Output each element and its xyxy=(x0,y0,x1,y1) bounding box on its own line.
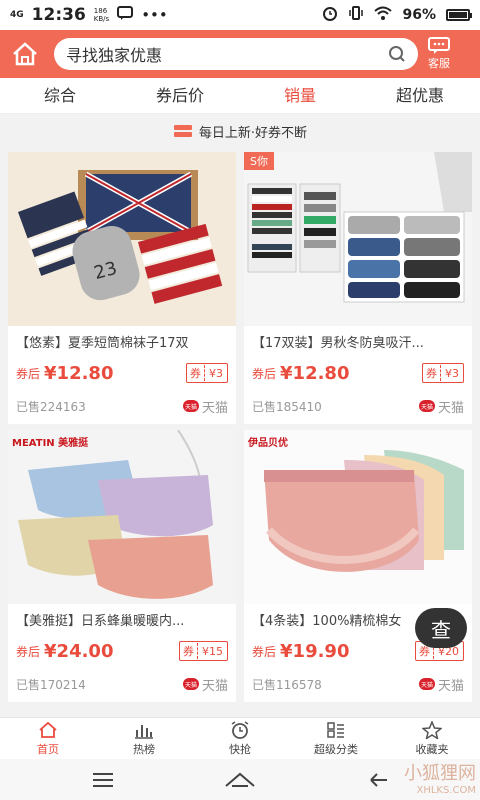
search-icon xyxy=(389,46,405,62)
store-tag: 天猫 天猫 xyxy=(418,675,464,694)
nav-label: 快抢 xyxy=(229,742,251,756)
chat-icon xyxy=(428,37,450,54)
product-image: MEATIN 美雅挺 xyxy=(8,430,236,604)
sold-count: 已售170214 xyxy=(16,677,86,692)
product-card[interactable]: 伊品贝优 【4条装】100%精梳棉女 券后 ¥19.90 券 ¥20 已售116… xyxy=(244,430,472,702)
product-title: 【美雅挺】日系蜂巢暖暖内... xyxy=(16,614,185,629)
product-image: 23 xyxy=(8,152,236,326)
home-gesture-icon[interactable] xyxy=(224,771,256,789)
nav-categories[interactable]: 超级分类 xyxy=(288,718,384,759)
product-price: ¥24.00 xyxy=(44,640,114,662)
customer-service-button[interactable]: 客服 xyxy=(428,37,450,71)
nav-hot-list[interactable]: 热榜 xyxy=(96,718,192,759)
nav-label: 首页 xyxy=(37,742,59,756)
nav-home[interactable]: 首页 xyxy=(0,718,96,759)
status-bar: 4G 12:36 186 KB/s ••• 96% xyxy=(0,0,480,30)
sold-count: 已售224163 xyxy=(16,399,86,414)
nav-favorites[interactable]: 收藏夹 xyxy=(384,718,480,759)
tab-sales[interactable]: 销量 xyxy=(240,78,360,113)
tmall-icon: 天猫 xyxy=(182,678,199,690)
alarm-clock-icon xyxy=(231,720,249,739)
price-prefix: 券后 xyxy=(252,644,277,659)
store-tag: 天猫 天猫 xyxy=(182,397,228,416)
tab-comprehensive[interactable]: 综合 xyxy=(0,78,120,113)
product-image: S你 xyxy=(244,152,472,326)
home-icon xyxy=(13,42,37,66)
star-icon xyxy=(422,720,442,739)
tmall-icon: 天猫 xyxy=(418,678,435,690)
service-label: 客服 xyxy=(428,57,450,70)
alarm-icon xyxy=(322,5,338,25)
coupon-badge: 券 ¥3 xyxy=(186,363,228,383)
battery-icon xyxy=(446,9,472,21)
network-indicator: 4G xyxy=(10,9,24,20)
notice-text: 每日上新·好券不断 xyxy=(198,125,308,141)
watermark: 小狐狸网 XHLKS.COM xyxy=(404,763,476,796)
coupon-label: 券 xyxy=(180,643,198,659)
brand-logo: MEATIN 美雅挺 xyxy=(12,438,89,449)
product-title: 【悠素】夏季短筒棉袜子17双 xyxy=(16,336,189,351)
nav-label: 热榜 xyxy=(133,742,155,756)
price-prefix: 券后 xyxy=(252,366,277,381)
coupon-label: 券 xyxy=(423,365,441,381)
nav-label: 超级分类 xyxy=(314,742,358,756)
nav-flash-sale[interactable]: 快抢 xyxy=(192,718,288,759)
more-dots-icon: ••• xyxy=(141,6,168,24)
app-header: 寻找独家优惠 客服 xyxy=(0,30,480,78)
product-image: 伊品贝优 xyxy=(244,430,472,604)
tab-coupon-price[interactable]: 券后价 xyxy=(120,78,240,113)
nav-label: 收藏夹 xyxy=(415,742,449,756)
wifi-icon xyxy=(374,6,393,24)
product-price: ¥12.80 xyxy=(280,362,350,384)
clock: 12:36 xyxy=(31,5,86,25)
price-prefix: 券后 xyxy=(16,644,41,659)
store-name: 天猫 xyxy=(437,678,464,694)
store-tag: 天猫 天猫 xyxy=(418,397,464,416)
sold-count: 已售185410 xyxy=(252,399,322,414)
store-tag: 天猫 天猫 xyxy=(182,675,228,694)
net-speed: 186 KB/s xyxy=(93,7,110,23)
home-icon xyxy=(39,721,57,738)
promo-badge: S你 xyxy=(244,152,274,170)
home-button[interactable] xyxy=(8,37,42,71)
bottom-nav: 首页 热榜 快抢 超级分类 收藏夹 xyxy=(0,717,480,759)
store-name: 天猫 xyxy=(437,400,464,416)
bar-chart-icon xyxy=(135,724,153,739)
vibrate-icon xyxy=(348,5,364,25)
quick-search-button[interactable]: 查 xyxy=(415,608,467,648)
coupon-badge: 券 ¥3 xyxy=(422,363,464,383)
back-icon[interactable] xyxy=(366,771,388,789)
product-card[interactable]: MEATIN 美雅挺 【美雅挺】日系蜂巢暖暖内... 券后 ¥24.00 券 ¥… xyxy=(8,430,236,702)
coupon-label: 券 xyxy=(187,365,205,381)
coupon-badge: 券 ¥15 xyxy=(179,641,228,661)
coupon-value: ¥15 xyxy=(202,644,223,658)
tab-super-deals[interactable]: 超优惠 xyxy=(360,78,480,113)
product-card[interactable]: S你 【17双装】男秋冬防臭吸汗... 券后 ¥12.80 券 ¥3 已售185… xyxy=(244,152,472,424)
category-icon xyxy=(327,721,344,738)
price-prefix: 券后 xyxy=(16,366,41,381)
product-price: ¥12.80 xyxy=(44,362,114,384)
product-price: ¥19.90 xyxy=(280,640,350,662)
sold-count: 已售116578 xyxy=(252,677,322,692)
product-title: 【17双装】男秋冬防臭吸汗... xyxy=(252,336,424,351)
daily-notice: 每日上新·好券不断 xyxy=(0,116,480,146)
battery-percent: 96% xyxy=(402,7,436,23)
search-placeholder: 寻找独家优惠 xyxy=(66,46,163,65)
coupon-value: ¥3 xyxy=(445,366,459,380)
message-icon xyxy=(117,6,134,24)
store-name: 天猫 xyxy=(201,678,228,694)
tmall-icon: 天猫 xyxy=(182,400,199,412)
product-card[interactable]: 23 【悠素】夏季短筒棉袜子17双 券后 ¥12.80 券 ¥3 已售22416… xyxy=(8,152,236,424)
sort-tabs: 综合 券后价 销量 超优惠 xyxy=(0,78,480,114)
store-name: 天猫 xyxy=(201,400,228,416)
brand-logo: 伊品贝优 xyxy=(248,438,288,449)
search-bar[interactable]: 寻找独家优惠 xyxy=(54,38,418,70)
coupon-value: ¥3 xyxy=(209,366,223,380)
menu-icon[interactable] xyxy=(92,772,114,788)
coupon-icon xyxy=(173,125,192,137)
tmall-icon: 天猫 xyxy=(418,400,435,412)
